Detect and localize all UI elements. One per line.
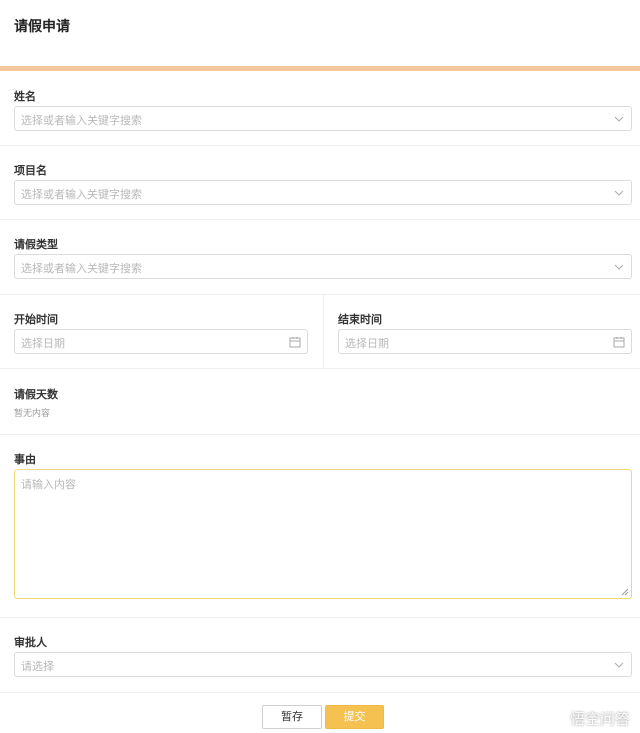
chevron-down-icon <box>614 662 624 668</box>
end-date-placeholder: 选择日期 <box>345 337 389 350</box>
days-value: 暂无内容 <box>14 409 51 419</box>
reason-textarea[interactable]: 请输入内容 <box>14 469 632 599</box>
project-select[interactable]: 选择或者输入关键字搜索 <box>14 180 632 205</box>
resize-handle-icon[interactable] <box>621 588 629 596</box>
start-date-picker[interactable]: 选择日期 <box>14 329 308 354</box>
leave-type-label: 请假类型 <box>14 238 58 251</box>
divider <box>0 434 640 435</box>
name-select[interactable]: 选择或者输入关键字搜索 <box>14 106 632 131</box>
divider <box>0 294 640 295</box>
calendar-icon <box>613 337 625 348</box>
approver-label: 审批人 <box>14 636 47 649</box>
wukong-logo-icon <box>546 711 566 726</box>
chevron-down-icon <box>614 190 624 196</box>
name-label: 姓名 <box>14 90 36 103</box>
end-date-picker[interactable]: 选择日期 <box>338 329 632 354</box>
reason-label: 事由 <box>14 453 36 466</box>
leave-type-placeholder: 选择或者输入关键字搜索 <box>21 262 142 275</box>
page-header: 请假申请 <box>0 0 640 66</box>
chevron-down-icon <box>614 116 624 122</box>
watermark-text: 悟空问答 <box>569 710 630 728</box>
days-label: 请假天数 <box>14 388 58 401</box>
start-time-label: 开始时间 <box>14 313 58 326</box>
save-draft-button[interactable]: 暂存 <box>262 705 322 729</box>
divider <box>0 219 640 220</box>
end-time-label: 结束时间 <box>338 313 382 326</box>
project-placeholder: 选择或者输入关键字搜索 <box>21 188 142 201</box>
leave-type-select[interactable]: 选择或者输入关键字搜索 <box>14 254 632 279</box>
form-footer: 暂存 提交 <box>0 692 640 733</box>
start-date-placeholder: 选择日期 <box>21 337 65 350</box>
approver-placeholder: 请选择 <box>21 660 54 673</box>
chevron-down-icon <box>614 264 624 270</box>
approver-select[interactable]: 请选择 <box>14 652 632 677</box>
divider <box>0 617 640 618</box>
reason-placeholder: 请输入内容 <box>21 478 76 491</box>
watermark: 悟空问答 <box>546 708 630 729</box>
project-label: 项目名 <box>14 164 47 177</box>
calendar-icon <box>289 337 301 348</box>
divider <box>0 145 640 146</box>
column-divider <box>323 294 324 368</box>
divider <box>0 368 640 369</box>
name-placeholder: 选择或者输入关键字搜索 <box>21 114 142 127</box>
page-title: 请假申请 <box>14 19 70 35</box>
submit-button[interactable]: 提交 <box>325 705 384 729</box>
accent-bar <box>0 66 640 71</box>
